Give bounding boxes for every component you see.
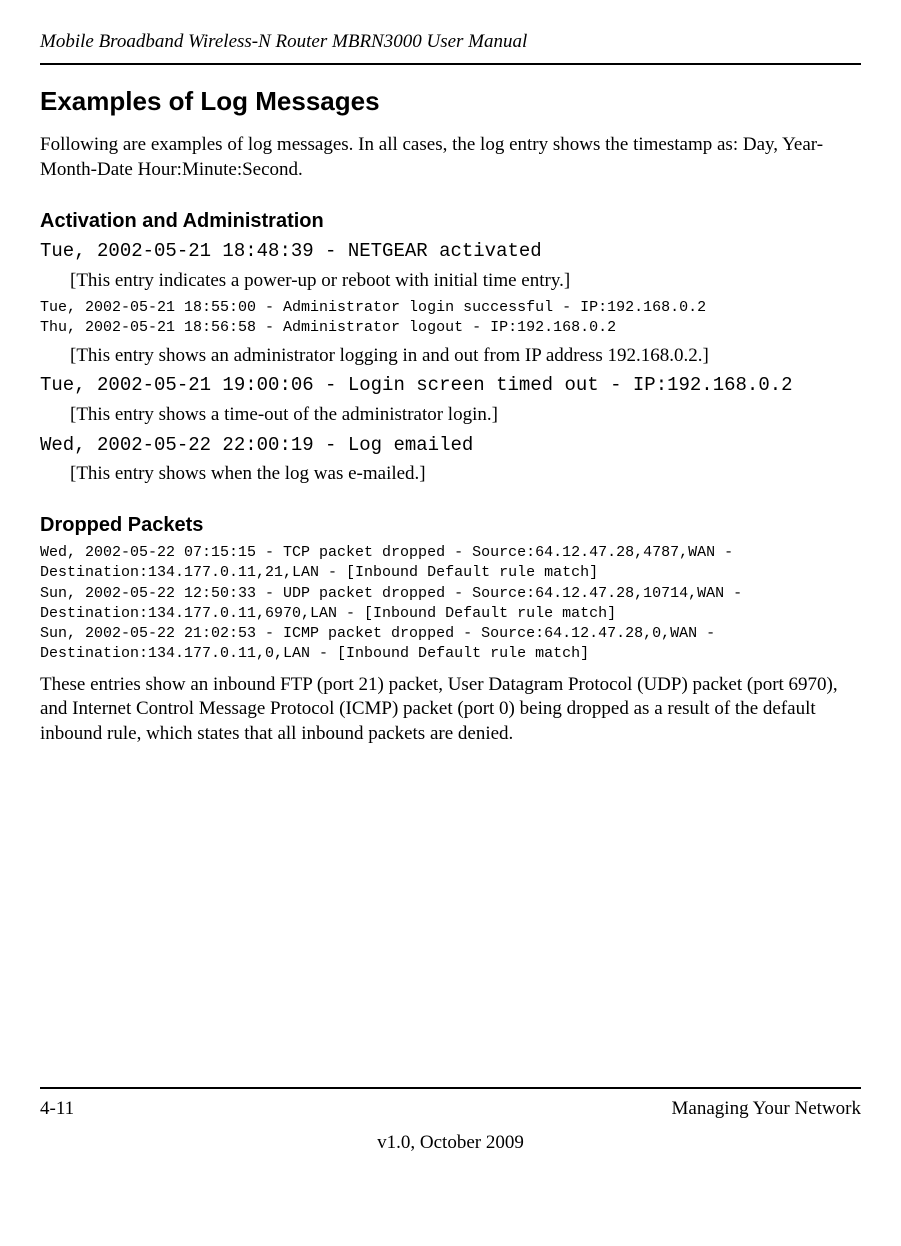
activation-heading: Activation and Administration: [40, 208, 861, 234]
log-entry: Tue, 2002-05-21 19:00:06 - Login screen …: [40, 373, 861, 398]
log-entry: Wed, 2002-05-22 22:00:19 - Log emailed: [40, 433, 861, 458]
footer-section-title: Managing Your Network: [672, 1097, 861, 1122]
log-note: [This entry shows when the log was e-mai…: [70, 462, 861, 487]
log-entry: Tue, 2002-05-21 18:55:00 - Administrator…: [40, 298, 861, 339]
log-entry: Tue, 2002-05-21 18:48:39 - NETGEAR activ…: [40, 239, 861, 264]
log-note: [This entry shows a time-out of the admi…: [70, 403, 861, 428]
dropped-explanation: These entries show an inbound FTP (port …: [40, 673, 861, 747]
footer-divider: [40, 1087, 861, 1089]
dropped-heading: Dropped Packets: [40, 512, 861, 538]
footer-version: v1.0, October 2009: [40, 1131, 861, 1156]
log-note: [This entry indicates a power-up or rebo…: [70, 269, 861, 294]
section-intro: Following are examples of log messages. …: [40, 133, 861, 182]
log-note: [This entry shows an administrator loggi…: [70, 344, 861, 369]
page-footer: 4-11 Managing Your Network v1.0, October…: [40, 1087, 861, 1156]
document-header-title: Mobile Broadband Wireless-N Router MBRN3…: [40, 30, 861, 55]
section-heading: Examples of Log Messages: [40, 85, 861, 119]
log-entry: Wed, 2002-05-22 07:15:15 - TCP packet dr…: [40, 543, 861, 665]
page-number: 4-11: [40, 1097, 74, 1122]
header-divider: [40, 63, 861, 65]
